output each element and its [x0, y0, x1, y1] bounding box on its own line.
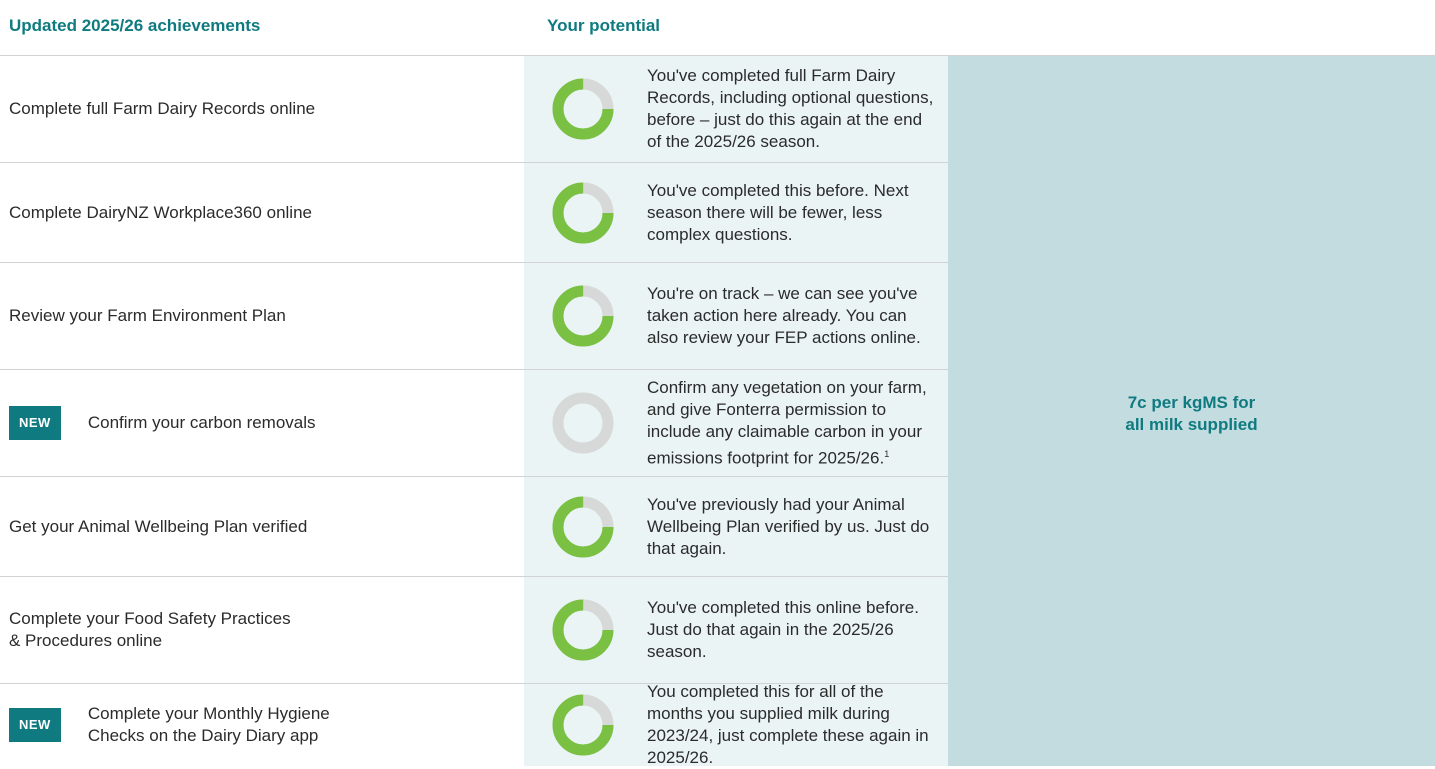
achievement-label: Confirm your carbon removals [87, 413, 316, 432]
progress-ring-icon [552, 182, 614, 243]
achievement-cell: NEW Confirm your carbon removals [9, 370, 509, 476]
achievement-label: Review your Farm Environment Plan [9, 306, 286, 325]
reward-text: 7c per kgMS for all milk supplied [948, 392, 1435, 436]
reward-line-2: all milk supplied [1125, 415, 1258, 434]
potential-cell: You've completed this before. Next seaso… [647, 163, 937, 262]
achievement-cell: NEW Complete your Monthly Hygiene Checks … [9, 684, 509, 766]
table-row: Get your Animal Wellbeing Plan verified Y… [0, 477, 948, 577]
potential-text: You've completed full Farm Dairy Records… [647, 66, 934, 151]
progress-ring-icon [552, 285, 614, 347]
progress-ring-icon [552, 694, 614, 756]
potential-text: You've previously had your Animal Wellbe… [647, 494, 930, 558]
progress-ring-icon [552, 599, 614, 661]
table-row: Complete full Farm Dairy Records online Y… [0, 56, 948, 163]
progress-ring-icon [552, 392, 614, 454]
potential-text: You completed this for all of the months… [647, 682, 929, 767]
achievements-heading: Updated 2025/26 achievements [9, 16, 261, 35]
potential-heading: Your potential [547, 16, 661, 35]
table-row: NEW Confirm your carbon removals Confirm a… [0, 370, 948, 477]
achievement-label: Complete full Farm Dairy Records online [9, 99, 316, 118]
achievement-label: Complete your Monthly Hygiene Checks on … [87, 704, 330, 745]
new-badge: NEW [9, 708, 61, 742]
achievement-cell: Complete DairyNZ Workplace360 online [9, 163, 509, 262]
potential-text: You've completed this before. Next seaso… [647, 180, 909, 244]
achievement-label: Complete DairyNZ Workplace360 online [9, 202, 312, 222]
potential-cell: You've previously had your Animal Wellbe… [647, 477, 937, 576]
reward-line-1: 7c per kgMS for [1127, 393, 1256, 412]
achievement-label: Get your Animal Wellbeing Plan verified [9, 516, 308, 536]
progress-ring-icon [552, 496, 614, 557]
progress-ring-icon [552, 78, 614, 140]
potential-cell: Confirm any vegetation on your farm, and… [647, 370, 937, 476]
potential-cell: You've completed full Farm Dairy Records… [647, 56, 937, 162]
potential-cell: You're on track – we can see you've take… [647, 263, 937, 369]
potential-text: You're on track – we can see you've take… [647, 284, 921, 347]
table-header: Updated 2025/26 achievements Your potent… [0, 0, 1435, 56]
potential-cell: You completed this for all of the months… [647, 682, 937, 767]
table-row: Complete DairyNZ Workplace360 online You'… [0, 163, 948, 263]
potential-cell: You've completed this online before. Jus… [647, 577, 937, 683]
achievement-cell: Complete your Food Safety Practices & Pr… [9, 577, 509, 683]
table-row: NEW Complete your Monthly Hygiene Checks … [0, 682, 948, 767]
achievement-cell: Get your Animal Wellbeing Plan verified [9, 477, 509, 576]
achievement-cell: Review your Farm Environment Plan [9, 263, 509, 369]
potential-text: You've completed this online before. Jus… [647, 598, 919, 661]
achievement-cell: Complete full Farm Dairy Records online [9, 56, 509, 162]
new-badge: NEW [9, 406, 61, 440]
progress-ring-track [552, 392, 614, 454]
table-row: Review your Farm Environment Plan You're … [0, 263, 948, 370]
footnote-marker: 1 [884, 448, 890, 459]
achievement-label: Complete your Food Safety Practices & Pr… [9, 609, 291, 650]
table-row: Complete your Food Safety Practices & Pr… [0, 577, 948, 684]
